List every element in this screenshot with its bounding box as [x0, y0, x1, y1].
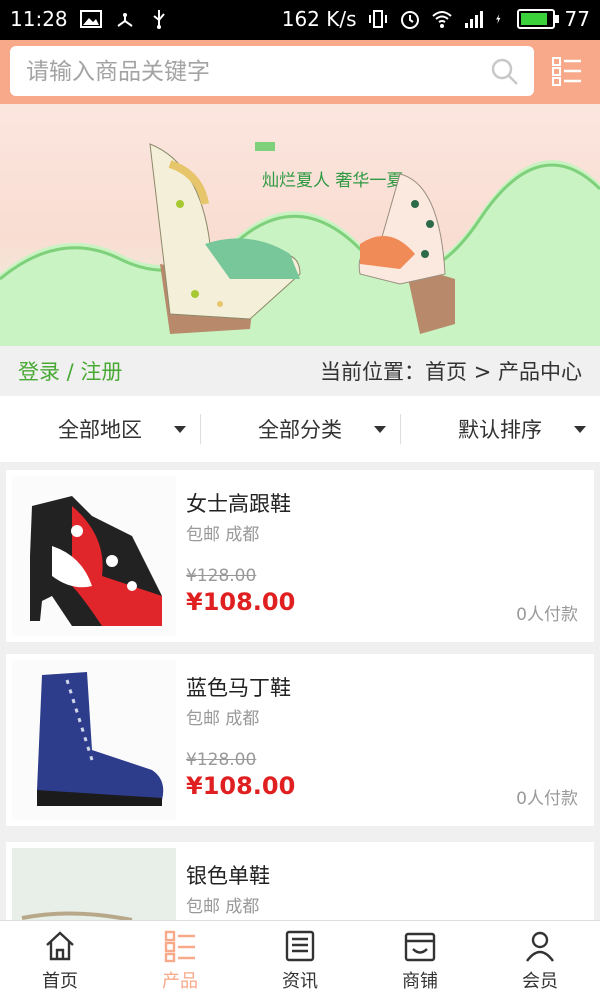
- bottom-tab-bar: 首页 产品 资讯 商铺 会员: [0, 920, 600, 1001]
- vibrate-icon: [368, 10, 387, 28]
- banner-artwork: 灿烂夏人 奢华一夏: [0, 142, 600, 346]
- search-bar: [0, 40, 600, 104]
- signal-icon: [464, 11, 483, 28]
- search-box[interactable]: [10, 46, 534, 96]
- product-name: 女士高跟鞋: [186, 492, 291, 516]
- image-icon: [79, 10, 102, 28]
- battery-icon: [516, 9, 559, 29]
- product-list: 女士高跟鞋 包邮 成都 ¥128.00 ¥108.00 0人付款 蓝色马丁鞋 包…: [0, 462, 600, 920]
- home-icon: [46, 931, 74, 961]
- network-speed: 162 K/s: [281, 7, 357, 31]
- caret-down-icon: [174, 426, 186, 433]
- tab-label: 首页: [42, 971, 78, 992]
- share-icon: [117, 13, 133, 27]
- login-register-link[interactable]: 登录 / 注册: [18, 356, 122, 386]
- battery-level: 77: [564, 7, 590, 31]
- charging-icon: [495, 14, 501, 24]
- filter-sort[interactable]: 默认排序: [400, 396, 600, 462]
- tab-shop[interactable]: 商铺: [360, 921, 480, 1001]
- product-image: [12, 848, 176, 920]
- product-image: [12, 660, 176, 820]
- status-time: 11:28: [10, 7, 68, 31]
- filter-label: 默认排序: [458, 418, 542, 442]
- search-input[interactable]: [24, 54, 478, 90]
- caret-down-icon: [574, 426, 586, 433]
- filter-category[interactable]: 全部分类: [200, 396, 400, 462]
- tab-label: 会员: [522, 971, 558, 992]
- caret-down-icon: [374, 426, 386, 433]
- news-icon: [285, 930, 315, 962]
- product-shipping: 包邮 成都: [186, 709, 260, 729]
- product-card[interactable]: 蓝色马丁鞋 包邮 成都 ¥128.00 ¥108.00 0人付款: [6, 654, 594, 826]
- shop-icon: [404, 932, 436, 962]
- product-price: ¥108.00: [186, 588, 296, 616]
- product-image: [12, 476, 176, 636]
- product-shipping: 包邮 成都: [186, 897, 260, 917]
- filter-bar: 全部地区 全部分类 默认排序: [0, 396, 600, 462]
- tab-label: 产品: [162, 971, 198, 992]
- product-card[interactable]: 银色单鞋 包邮 成都: [6, 842, 594, 920]
- product-price: ¥108.00: [186, 772, 296, 800]
- products-icon: [164, 930, 195, 963]
- member-icon: [526, 931, 554, 962]
- breadcrumb: 当前位置：首页 > 产品中心: [320, 360, 582, 384]
- tab-label: 资讯: [282, 971, 318, 992]
- tab-label: 商铺: [402, 971, 438, 992]
- tab-products[interactable]: 产品: [120, 921, 240, 1001]
- tab-news[interactable]: 资讯: [240, 921, 360, 1001]
- product-original-price: ¥128.00: [186, 566, 257, 586]
- breadcrumb-row: 登录 / 注册 当前位置：首页 > 产品中心: [0, 346, 600, 396]
- tab-member[interactable]: 会员: [480, 921, 600, 1001]
- product-name: 蓝色马丁鞋: [186, 676, 291, 700]
- usb-icon: [153, 10, 165, 29]
- promo-banner[interactable]: 灿烂夏人 奢华一夏: [0, 104, 600, 346]
- product-shipping: 包邮 成都: [186, 525, 260, 545]
- wifi-icon: [431, 11, 452, 28]
- product-original-price: ¥128.00: [186, 750, 257, 770]
- product-sales: 0人付款: [516, 789, 578, 809]
- product-card[interactable]: 女士高跟鞋 包邮 成都 ¥128.00 ¥108.00 0人付款: [6, 470, 594, 642]
- status-bar: 11:28 162 K/s 77: [0, 0, 600, 40]
- banner-headline: 灿烂夏人 奢华一夏: [262, 171, 403, 191]
- list-view-icon[interactable]: [552, 56, 582, 86]
- product-sales: 0人付款: [516, 605, 578, 625]
- filter-region[interactable]: 全部地区: [0, 396, 200, 462]
- filter-label: 全部地区: [58, 418, 142, 442]
- search-icon[interactable]: [490, 57, 520, 87]
- tab-home[interactable]: 首页: [0, 921, 120, 1001]
- alarm-icon: [400, 11, 419, 29]
- product-name: 银色单鞋: [186, 864, 270, 888]
- filter-label: 全部分类: [258, 418, 342, 442]
